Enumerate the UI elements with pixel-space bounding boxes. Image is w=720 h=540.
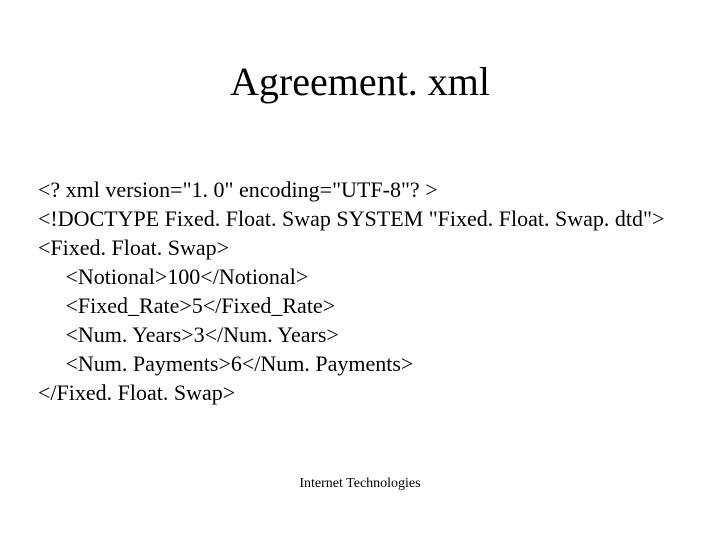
code-line: <!DOCTYPE Fixed. Float. Swap SYSTEM "Fix… (38, 206, 664, 231)
code-line: <Notional>100</Notional> (38, 264, 308, 289)
code-line: <Fixed. Float. Swap> (38, 235, 229, 260)
code-line: <Num. Years>3</Num. Years> (38, 322, 339, 347)
slide-title: Agreement. xml (0, 0, 720, 105)
xml-code-block: <? xml version="1. 0" encoding="UTF-8"? … (38, 175, 664, 407)
slide: Agreement. xml <? xml version="1. 0" enc… (0, 0, 720, 540)
code-line: <? xml version="1. 0" encoding="UTF-8"? … (38, 177, 438, 202)
code-line: <Num. Payments>6</Num. Payments> (38, 351, 413, 376)
code-line: </Fixed. Float. Swap> (38, 380, 235, 405)
slide-footer: Internet Technologies (0, 476, 720, 492)
code-line: <Fixed_Rate>5</Fixed_Rate> (38, 293, 335, 318)
